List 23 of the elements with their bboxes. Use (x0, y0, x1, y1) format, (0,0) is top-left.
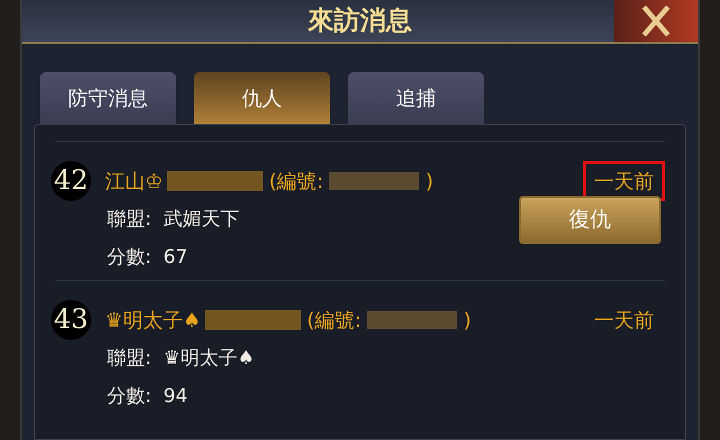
tab[interactable]: 防守消息 (40, 72, 176, 124)
id-close: ) (463, 307, 472, 334)
rank-number: 43 (51, 300, 91, 340)
dialog-title: 來訪消息 (308, 4, 412, 38)
player-name: ♛明太子♠ (105, 307, 201, 334)
score-label: 分數: (107, 244, 152, 270)
score-label: 分數: (107, 384, 152, 409)
score-value: 67 (163, 244, 188, 270)
tab[interactable]: 仇人 (194, 72, 330, 124)
id-label: (編號: (306, 307, 362, 334)
alliance-label: 聯盟: (107, 206, 152, 232)
player-name: 江山♔ (105, 168, 163, 195)
alliance-name: 武媚天下 (163, 206, 240, 232)
rank-number: 42 (51, 161, 91, 201)
close-button[interactable] (614, 0, 698, 42)
tab[interactable]: 追捕 (348, 72, 484, 124)
time-label: 一天前 (593, 307, 655, 334)
alliance-name: ♛明太子♠ (163, 346, 254, 371)
id-close: ) (425, 168, 434, 195)
close-icon (639, 4, 673, 38)
alliance-label: 聯盟: (107, 346, 152, 371)
score-value: 94 (163, 384, 188, 409)
id-label: (編號: (268, 168, 324, 195)
